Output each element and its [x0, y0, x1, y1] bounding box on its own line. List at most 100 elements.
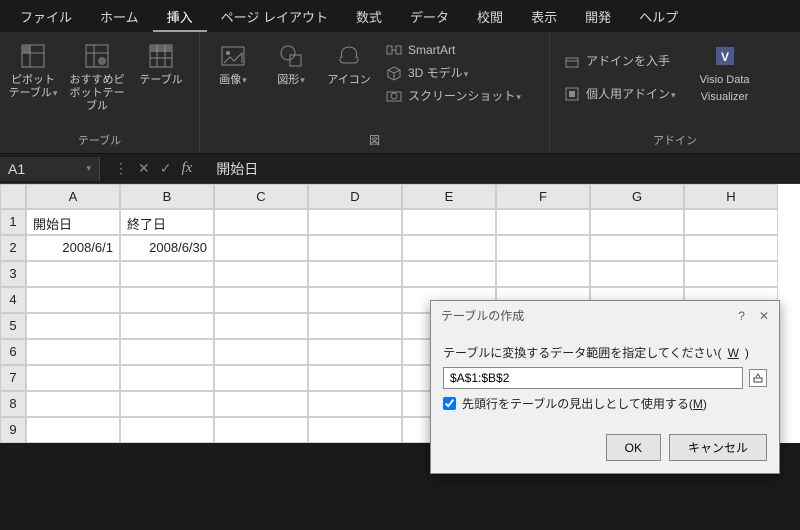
tab-home[interactable]: ホーム: [86, 0, 153, 32]
cell-D5[interactable]: [308, 313, 402, 339]
cell-A5[interactable]: [26, 313, 120, 339]
cell-F1[interactable]: [496, 209, 590, 235]
cell-A9[interactable]: [26, 417, 120, 443]
screenshot-button[interactable]: スクリーンショット: [386, 87, 521, 104]
cancel-button[interactable]: キャンセル: [669, 434, 767, 461]
cell-G1[interactable]: [590, 209, 684, 235]
3d-model-button[interactable]: 3D モデル: [386, 64, 521, 81]
visio-visualizer-button[interactable]: V Visio Data Visualizer: [692, 38, 758, 108]
cell-A4[interactable]: [26, 287, 120, 313]
cell-E3[interactable]: [402, 261, 496, 287]
icons-button[interactable]: アイコン: [322, 38, 376, 91]
get-addins-button[interactable]: アドインを入手: [564, 52, 676, 69]
select-all-corner[interactable]: [0, 184, 26, 209]
header-row-checkbox[interactable]: [443, 397, 456, 410]
my-addins-button[interactable]: 個人用アドイン: [564, 85, 676, 102]
cell-C9[interactable]: [214, 417, 308, 443]
cell-D4[interactable]: [308, 287, 402, 313]
cell-B6[interactable]: [120, 339, 214, 365]
tab-formulas[interactable]: 数式: [342, 0, 396, 32]
col-header-H[interactable]: H: [684, 184, 778, 209]
cell-A6[interactable]: [26, 339, 120, 365]
row-header-2[interactable]: 2: [0, 235, 26, 261]
recommended-pivot-button[interactable]: おすすめピボットテーブル: [64, 38, 130, 117]
tab-review[interactable]: 校閲: [463, 0, 517, 32]
row-header-1[interactable]: 1: [0, 209, 26, 235]
col-header-G[interactable]: G: [590, 184, 684, 209]
cell-C8[interactable]: [214, 391, 308, 417]
cancel-formula-icon[interactable]: ✕: [138, 160, 150, 177]
accept-formula-icon[interactable]: ✓: [160, 160, 172, 177]
cell-H1[interactable]: [684, 209, 778, 235]
cell-G2[interactable]: [590, 235, 684, 261]
cell-E1[interactable]: [402, 209, 496, 235]
cell-B3[interactable]: [120, 261, 214, 287]
row-header-4[interactable]: 4: [0, 287, 26, 313]
tab-view[interactable]: 表示: [517, 0, 571, 32]
tab-file[interactable]: ファイル: [6, 0, 86, 32]
formula-bar[interactable]: 開始日: [206, 159, 258, 179]
cell-B5[interactable]: [120, 313, 214, 339]
cell-C2[interactable]: [214, 235, 308, 261]
col-header-D[interactable]: D: [308, 184, 402, 209]
shapes-button[interactable]: 図形: [264, 38, 318, 91]
cell-C3[interactable]: [214, 261, 308, 287]
tab-developer[interactable]: 開発: [571, 0, 625, 32]
cell-H2[interactable]: [684, 235, 778, 261]
tab-data[interactable]: データ: [396, 0, 463, 32]
cell-A8[interactable]: [26, 391, 120, 417]
cell-A3[interactable]: [26, 261, 120, 287]
more-icon[interactable]: ⋮: [114, 160, 128, 177]
cell-D3[interactable]: [308, 261, 402, 287]
cell-D6[interactable]: [308, 339, 402, 365]
cell-C6[interactable]: [214, 339, 308, 365]
cell-F2[interactable]: [496, 235, 590, 261]
cell-G3[interactable]: [590, 261, 684, 287]
smartart-button[interactable]: SmartArt: [386, 42, 521, 58]
cell-D1[interactable]: [308, 209, 402, 235]
cell-H3[interactable]: [684, 261, 778, 287]
cell-D2[interactable]: [308, 235, 402, 261]
cell-E2[interactable]: [402, 235, 496, 261]
cell-B8[interactable]: [120, 391, 214, 417]
row-header-3[interactable]: 3: [0, 261, 26, 287]
dialog-help-icon[interactable]: ?: [738, 309, 745, 323]
cell-D8[interactable]: [308, 391, 402, 417]
tab-page-layout[interactable]: ページ レイアウト: [207, 0, 342, 32]
tab-help[interactable]: ヘルプ: [625, 0, 692, 32]
dialog-close-icon[interactable]: ✕: [759, 309, 769, 323]
cell-C1[interactable]: [214, 209, 308, 235]
name-box[interactable]: A1 ▾: [0, 157, 100, 181]
col-header-E[interactable]: E: [402, 184, 496, 209]
row-header-7[interactable]: 7: [0, 365, 26, 391]
cell-B9[interactable]: [120, 417, 214, 443]
row-header-9[interactable]: 9: [0, 417, 26, 443]
row-header-6[interactable]: 6: [0, 339, 26, 365]
cell-A2[interactable]: 2008/6/1: [26, 235, 120, 261]
pivot-table-button[interactable]: ピボットテーブル: [6, 38, 60, 104]
cell-B2[interactable]: 2008/6/30: [120, 235, 214, 261]
cell-D9[interactable]: [308, 417, 402, 443]
ok-button[interactable]: OK: [606, 434, 661, 461]
cell-A7[interactable]: [26, 365, 120, 391]
cell-B1[interactable]: 終了日: [120, 209, 214, 235]
col-header-A[interactable]: A: [26, 184, 120, 209]
cell-D7[interactable]: [308, 365, 402, 391]
tab-insert[interactable]: 挿入: [153, 0, 207, 32]
range-input[interactable]: [443, 367, 743, 389]
row-header-5[interactable]: 5: [0, 313, 26, 339]
range-picker-button[interactable]: [749, 369, 767, 387]
fx-icon[interactable]: fx: [181, 160, 192, 177]
table-button[interactable]: テーブル: [134, 38, 188, 91]
image-button[interactable]: 画像: [206, 38, 260, 91]
cell-B7[interactable]: [120, 365, 214, 391]
cell-B4[interactable]: [120, 287, 214, 313]
cell-C5[interactable]: [214, 313, 308, 339]
cell-F3[interactable]: [496, 261, 590, 287]
cell-C4[interactable]: [214, 287, 308, 313]
cell-C7[interactable]: [214, 365, 308, 391]
col-header-C[interactable]: C: [214, 184, 308, 209]
col-header-F[interactable]: F: [496, 184, 590, 209]
cell-A1[interactable]: 開始日: [26, 209, 120, 235]
row-header-8[interactable]: 8: [0, 391, 26, 417]
